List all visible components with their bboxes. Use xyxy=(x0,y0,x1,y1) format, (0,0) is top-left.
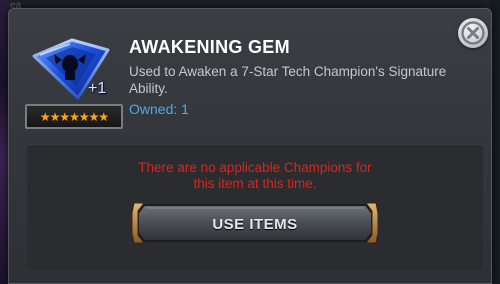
warning-line-1: There are no applicable Champions for xyxy=(138,160,372,175)
owned-count: Owned: 1 xyxy=(129,101,189,117)
warning-line-2: this item at this time. xyxy=(193,176,317,191)
use-items-label: USE ITEMS xyxy=(212,216,298,233)
owned-label: Owned: xyxy=(129,101,178,117)
owned-value: 1 xyxy=(181,101,189,117)
awakening-gem-icon xyxy=(26,36,122,100)
quantity-badge: +1 xyxy=(88,80,107,97)
item-title: AWAKENING GEM xyxy=(129,37,290,57)
stars-icon: ★★★★★★★ xyxy=(39,109,109,124)
use-items-button[interactable]: USE ITEMS xyxy=(132,199,378,247)
star-rating: ★★★★★★★ xyxy=(25,104,123,129)
item-description: Used to Awaken a 7-Star Tech Champion's … xyxy=(129,64,447,96)
warning-message: There are no applicable Champions for th… xyxy=(27,160,483,192)
close-icon xyxy=(461,21,485,45)
close-button[interactable] xyxy=(458,18,488,48)
